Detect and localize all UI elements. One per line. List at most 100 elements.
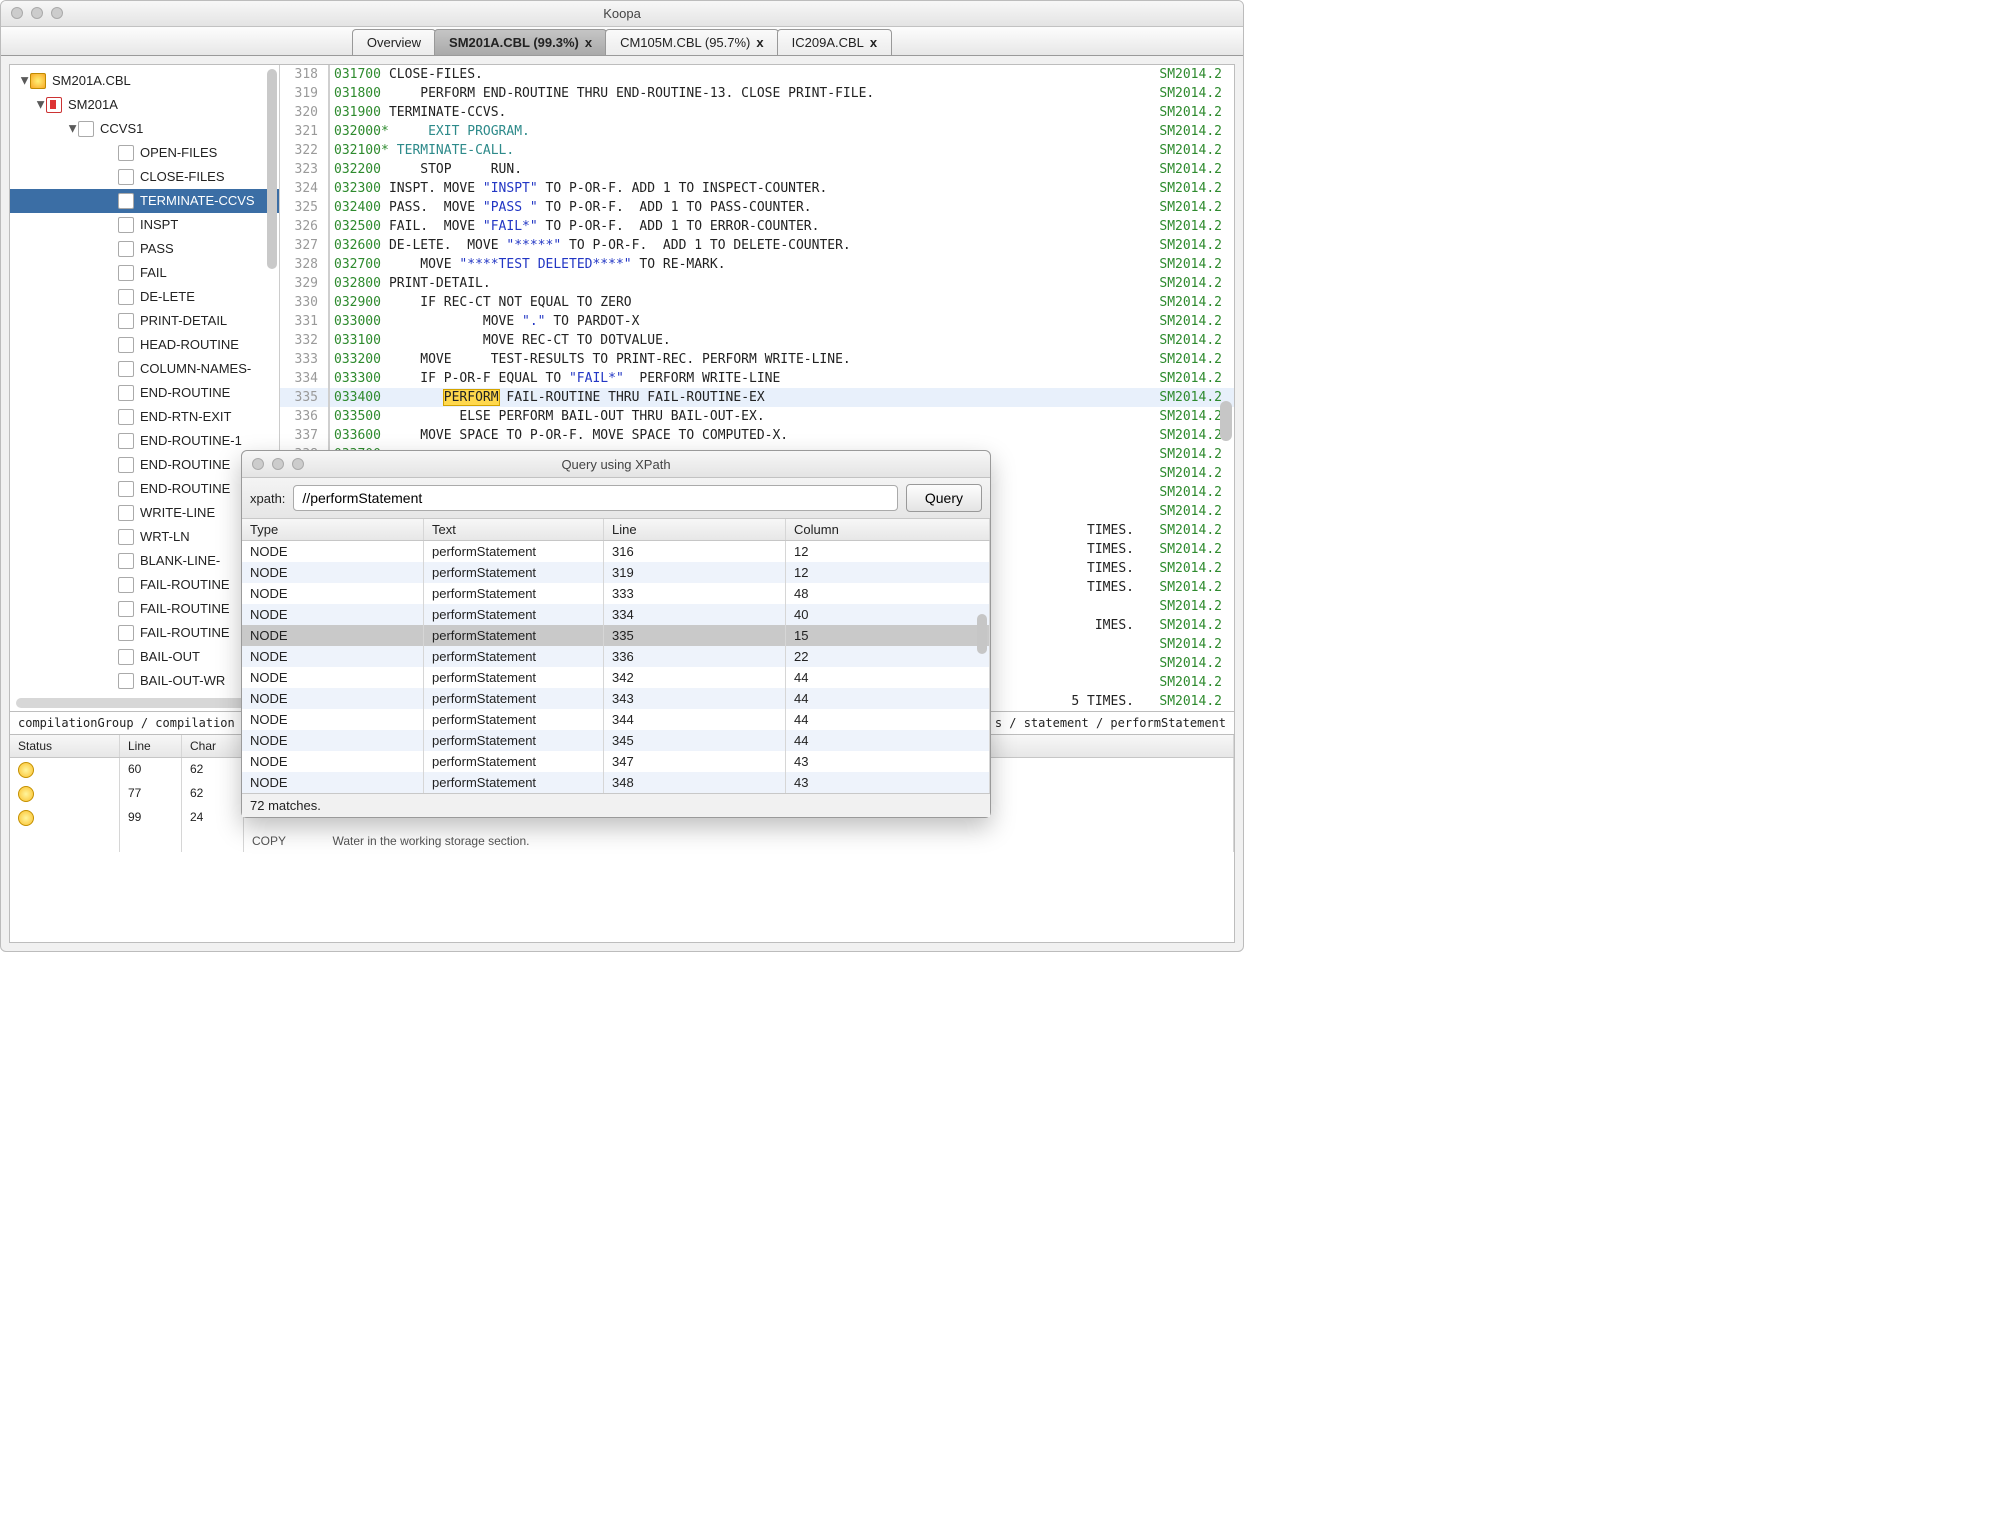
- tree-item-terminate-ccvs[interactable]: ▶TERMINATE-CCVS: [10, 189, 279, 213]
- file-icon: [118, 337, 134, 353]
- code-line[interactable]: 333033200 MOVE TEST-RESULTS TO PRINT-REC…: [280, 350, 1234, 369]
- tree-item-de-lete[interactable]: ▶DE-LETE: [10, 285, 279, 309]
- code-line[interactable]: 324032300INSPT. MOVE "INSPT" TO P-OR-F. …: [280, 179, 1234, 198]
- tree-item-open-files[interactable]: ▶OPEN-FILES: [10, 141, 279, 165]
- results-scrollbar[interactable]: [977, 614, 987, 654]
- tab-close-icon[interactable]: x: [870, 35, 877, 50]
- tree-item-end-routine[interactable]: ▶END-ROUTINE: [10, 477, 279, 501]
- code-line[interactable]: 327032600DE-LETE. MOVE "*****" TO P-OR-F…: [280, 236, 1234, 255]
- code-line[interactable]: 332033100 MOVE REC-CT TO DOTVALUE.SM2014…: [280, 331, 1234, 350]
- results-row[interactable]: NODEperformStatement33348: [242, 583, 990, 604]
- tab-2[interactable]: CM105M.CBL (95.7%)x: [605, 29, 779, 55]
- disclosure-icon[interactable]: ▶: [60, 123, 84, 135]
- results-row[interactable]: NODEperformStatement34544: [242, 730, 990, 751]
- tree-item-end-routine-1[interactable]: ▶END-ROUTINE-1: [10, 429, 279, 453]
- result-line: 334: [604, 604, 786, 625]
- tree-item-label: BAIL-OUT: [140, 645, 200, 669]
- tree-item-label: CCVS1: [100, 117, 143, 141]
- code-line[interactable]: 337033600 MOVE SPACE TO P-OR-F. MOVE SPA…: [280, 426, 1234, 445]
- area-tag: SM2014.2: [1142, 542, 1234, 557]
- result-type: NODE: [242, 688, 424, 709]
- breadcrumb-left: compilationGroup / compilation: [18, 716, 235, 730]
- results-row[interactable]: NODEperformStatement33515: [242, 625, 990, 646]
- tree-item-pass[interactable]: ▶PASS: [10, 237, 279, 261]
- tree-item-fail-routine[interactable]: ▶FAIL-ROUTINE: [10, 597, 279, 621]
- tree-item-head-routine[interactable]: ▶HEAD-ROUTINE: [10, 333, 279, 357]
- code-scrollbar[interactable]: [1220, 401, 1232, 441]
- file-icon: [118, 145, 134, 161]
- code-line[interactable]: 335033400 PERFORM FAIL-ROUTINE THRU FAIL…: [280, 388, 1234, 407]
- results-row[interactable]: NODEperformStatement34244: [242, 667, 990, 688]
- tree-item-wrt-ln[interactable]: ▶WRT-LN: [10, 525, 279, 549]
- results-col-line[interactable]: Line: [604, 519, 786, 540]
- results-row[interactable]: NODEperformStatement34843: [242, 772, 990, 793]
- xpath-input[interactable]: [293, 485, 897, 511]
- results-col-text[interactable]: Text: [424, 519, 604, 540]
- tree-root[interactable]: ▶SM201A.CBL: [10, 69, 279, 93]
- disclosure-icon[interactable]: ▶: [12, 75, 36, 87]
- results-row[interactable]: NODEperformStatement34743: [242, 751, 990, 772]
- results-col-column[interactable]: Column: [786, 519, 990, 540]
- file-icon: [118, 553, 134, 569]
- results-row[interactable]: NODEperformStatement33622: [242, 646, 990, 667]
- area-tag: SM2014.2: [1142, 561, 1234, 576]
- result-col: 22: [786, 646, 990, 667]
- code-line[interactable]: 329032800PRINT-DETAIL.SM2014.2: [280, 274, 1234, 293]
- tree-item-blank-line-[interactable]: ▶BLANK-LINE-: [10, 549, 279, 573]
- area-tag: SM2014.2: [1142, 86, 1234, 101]
- tree-item-end-rtn-exit[interactable]: ▶END-RTN-EXIT: [10, 405, 279, 429]
- area-tag: SM2014.2: [1142, 618, 1234, 633]
- tree-item-fail-routine[interactable]: ▶FAIL-ROUTINE: [10, 621, 279, 645]
- area-tag: SM2014.2: [1142, 466, 1234, 481]
- tree-item-close-files[interactable]: ▶CLOSE-FILES: [10, 165, 279, 189]
- code-line[interactable]: 321032000* EXIT PROGRAM.SM2014.2: [280, 122, 1234, 141]
- tree-item-write-line[interactable]: ▶WRITE-LINE: [10, 501, 279, 525]
- code-line[interactable]: 336033500 ELSE PERFORM BAIL-OUT THRU BAI…: [280, 407, 1234, 426]
- tab-0[interactable]: Overview: [352, 29, 436, 55]
- tree-section[interactable]: ▶ CCVS1: [10, 117, 279, 141]
- tab-close-icon[interactable]: x: [756, 35, 763, 50]
- result-line: 336: [604, 646, 786, 667]
- results-row[interactable]: NODEperformStatement34444: [242, 709, 990, 730]
- messages-row[interactable]: COPY Water in the working storage sectio…: [10, 830, 1234, 852]
- results-row[interactable]: NODEperformStatement31612: [242, 541, 990, 562]
- tree-item-print-detail[interactable]: ▶PRINT-DETAIL: [10, 309, 279, 333]
- messages-col-status[interactable]: Status: [10, 735, 120, 757]
- tree-item-fail[interactable]: ▶FAIL: [10, 261, 279, 285]
- tree-program[interactable]: ▶SM201A: [10, 93, 279, 117]
- tab-close-icon[interactable]: x: [585, 35, 592, 50]
- tree-item-fail-routine[interactable]: ▶FAIL-ROUTINE: [10, 573, 279, 597]
- tree-item-bail-out[interactable]: ▶BAIL-OUT: [10, 645, 279, 669]
- tree-item-inspt[interactable]: ▶INSPT: [10, 213, 279, 237]
- tree-item-end-routine[interactable]: ▶END-ROUTINE: [10, 381, 279, 405]
- results-row[interactable]: NODEperformStatement31912: [242, 562, 990, 583]
- tree-scrollbar[interactable]: [267, 69, 277, 269]
- messages-col-line[interactable]: Line: [120, 735, 182, 757]
- results-col-type[interactable]: Type: [242, 519, 424, 540]
- code-line[interactable]: 318031700CLOSE-FILES.SM2014.2: [280, 65, 1234, 84]
- outline-tree[interactable]: ▶SM201A.CBL▶SM201A ▶ CCVS1▶OPEN-FILES▶CLOS…: [10, 65, 279, 697]
- tree-item-end-routine[interactable]: ▶END-ROUTINE: [10, 453, 279, 477]
- tab-3[interactable]: IC209A.CBLx: [777, 29, 893, 55]
- code-line[interactable]: 320031900TERMINATE-CCVS.SM2014.2: [280, 103, 1234, 122]
- result-type: NODE: [242, 583, 424, 604]
- tab-1[interactable]: SM201A.CBL (99.3%)x: [434, 29, 607, 55]
- messages-col-char[interactable]: Char: [182, 735, 244, 757]
- code-line[interactable]: 323032200 STOP RUN.SM2014.2: [280, 160, 1234, 179]
- code-line[interactable]: 322032100*TERMINATE-CALL.SM2014.2: [280, 141, 1234, 160]
- tree-item-column-names-[interactable]: ▶COLUMN-NAMES-: [10, 357, 279, 381]
- result-col: 12: [786, 541, 990, 562]
- query-button[interactable]: Query: [906, 484, 982, 512]
- code-line[interactable]: 328032700 MOVE "****TEST DELETED****" TO…: [280, 255, 1234, 274]
- tree-item-bail-out-wr[interactable]: ▶BAIL-OUT-WR: [10, 669, 279, 693]
- line-index: 327: [280, 238, 328, 253]
- results-row[interactable]: NODEperformStatement33440: [242, 604, 990, 625]
- code-line[interactable]: 331033000 MOVE "." TO PARDOT-XSM2014.2: [280, 312, 1234, 331]
- code-line[interactable]: 334033300 IF P-OR-F EQUAL TO "FAIL*" PER…: [280, 369, 1234, 388]
- code-line[interactable]: 325032400PASS. MOVE "PASS " TO P-OR-F. A…: [280, 198, 1234, 217]
- code-line[interactable]: 319031800 PERFORM END-ROUTINE THRU END-R…: [280, 84, 1234, 103]
- code-line[interactable]: 326032500FAIL. MOVE "FAIL*" TO P-OR-F. A…: [280, 217, 1234, 236]
- code-line[interactable]: 330032900 IF REC-CT NOT EQUAL TO ZEROSM2…: [280, 293, 1234, 312]
- tree-hscrollbar[interactable]: [16, 698, 273, 708]
- results-row[interactable]: NODEperformStatement34344: [242, 688, 990, 709]
